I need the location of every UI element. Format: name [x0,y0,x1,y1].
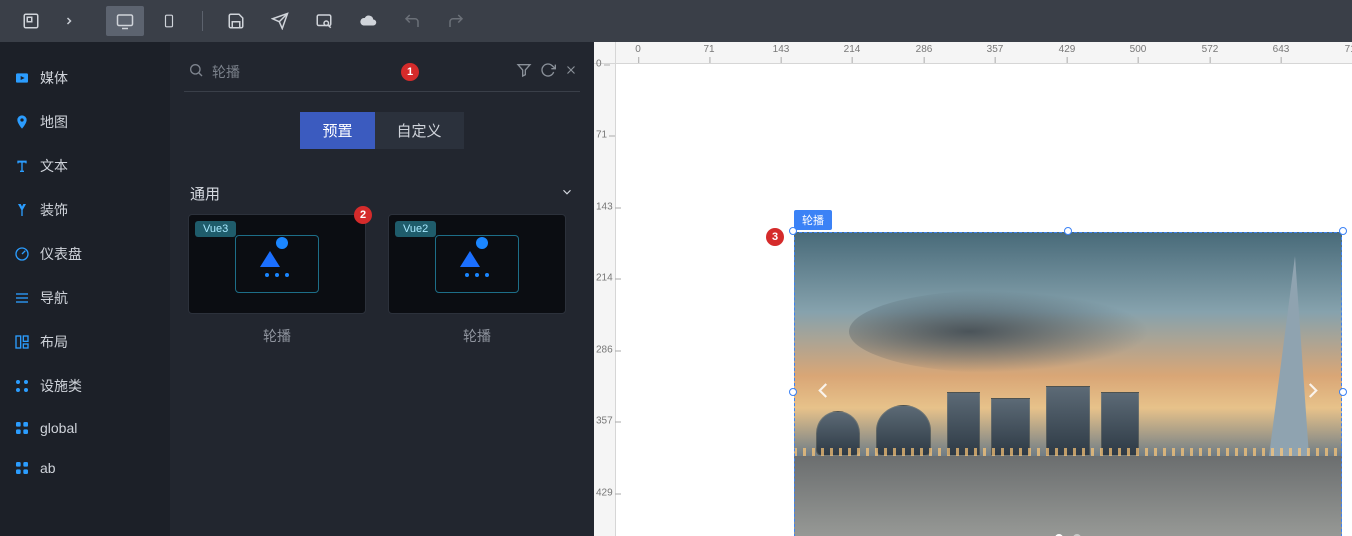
group-title: 通用 [190,183,220,204]
group-header[interactable]: 通用 [184,179,580,214]
sidebar-item-label: 装饰 [40,200,68,220]
sidebar-item-label: 文本 [40,156,68,176]
sidebar-item-label: global [40,420,77,436]
component-tag: 轮播 [794,210,832,230]
resize-handle[interactable] [789,388,797,396]
category-sidebar: 媒体 地图 文本 装饰 仪表盘 导航 布局 设施类 [0,42,170,536]
resize-handle[interactable] [789,227,797,235]
chevron-right-icon[interactable] [56,6,82,36]
carousel-component[interactable]: 3 轮播 [794,232,1342,536]
logo-icon[interactable] [12,6,50,36]
sidebar-item-label: 地图 [40,112,68,132]
sidebar-item-decor[interactable]: 装饰 [0,188,170,232]
sidebar-item-media[interactable]: 媒体 [0,56,170,100]
sidebar-item-global[interactable]: global [0,408,170,448]
sidebar-item-text[interactable]: 文本 [0,144,170,188]
search-input[interactable] [212,64,393,80]
component-thumb: Vue3 [188,214,366,314]
send-button[interactable] [261,6,299,36]
sidebar-item-layout[interactable]: 布局 [0,320,170,364]
redo-button[interactable] [437,6,475,36]
component-name: 轮播 [263,326,291,346]
nav-icon [14,290,30,306]
search-icon [188,62,204,81]
decor-icon [14,202,30,218]
sidebar-item-map[interactable]: 地图 [0,100,170,144]
step-badge-1: 1 [401,63,419,81]
device-mobile-button[interactable] [150,6,188,36]
gauge-icon [14,246,30,262]
grid-icon [14,420,30,436]
save-button[interactable] [217,6,255,36]
component-thumb: Vue2 [388,214,566,314]
close-icon[interactable] [564,63,578,80]
sidebar-item-label: 仪表盘 [40,244,82,264]
canvas[interactable]: 071143214286357429500572643715786 071143… [594,42,1352,536]
refresh-icon[interactable] [540,62,556,81]
sidebar-item-ab[interactable]: ab [0,448,170,488]
tab-preset[interactable]: 预置 [300,112,374,149]
map-icon [14,114,30,130]
sidebar-item-label: 布局 [40,332,68,352]
sidebar-item-label: ab [40,460,56,476]
resize-handle[interactable] [1339,388,1347,396]
component-panel: 1 预置 自定义 通用 Vue3 2 轮播 [170,42,594,536]
device-desktop-button[interactable] [106,6,144,36]
separator [202,11,203,31]
grid-icon [14,460,30,476]
ruler-horizontal: 071143214286357429500572643715786 [616,42,1352,64]
resize-handle[interactable] [1339,227,1347,235]
text-icon [14,158,30,174]
sidebar-item-label: 导航 [40,288,68,308]
component-item-vue2[interactable]: Vue2 轮播 [388,214,566,346]
sidebar-item-facility[interactable]: 设施类 [0,364,170,408]
step-badge-3: 3 [766,228,784,246]
media-icon [14,70,30,86]
component-items: Vue3 2 轮播 Vue2 轮播 [184,214,580,346]
component-item-vue3[interactable]: Vue3 2 轮播 [188,214,366,346]
undo-button[interactable] [393,6,431,36]
cloud-upload-button[interactable] [349,6,387,36]
filter-icon[interactable] [516,62,532,81]
facility-icon [14,378,30,394]
layout-icon [14,334,30,350]
selection-box [794,232,1342,536]
sidebar-item-label: 媒体 [40,68,68,88]
preview-button[interactable] [305,6,343,36]
search-row: 1 [184,58,580,92]
sidebar-item-nav[interactable]: 导航 [0,276,170,320]
panel-tabs: 预置 自定义 [184,112,580,149]
resize-handle[interactable] [1064,227,1072,235]
vue-tag: Vue3 [195,221,236,237]
ruler-vertical: 071143214286357429500 [594,64,616,536]
topbar [0,0,1352,42]
vue-tag: Vue2 [395,221,436,237]
step-badge-2: 2 [354,206,372,224]
tab-custom[interactable]: 自定义 [375,112,464,149]
sidebar-item-label: 设施类 [40,376,82,396]
chevron-down-icon [560,185,574,203]
component-name: 轮播 [463,326,491,346]
sidebar-item-gauge[interactable]: 仪表盘 [0,232,170,276]
